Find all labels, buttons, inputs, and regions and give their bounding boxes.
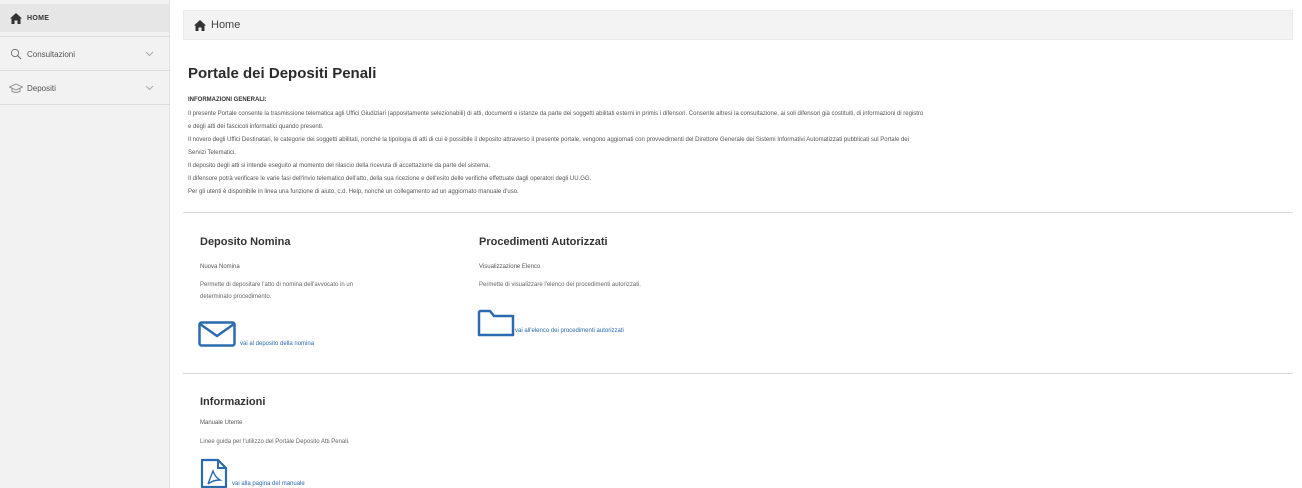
divider (0, 36, 170, 37)
divider (183, 373, 1293, 374)
sidebar-item-label: Depositi (27, 83, 56, 93)
info-paragraph: Il novero degli Uffici Destinatari, le c… (188, 137, 909, 143)
sidebar-item-consultazioni[interactable]: Consultazioni (0, 40, 170, 68)
home-icon (9, 11, 23, 25)
breadcrumb: Home (183, 10, 1293, 40)
card-subtitle: Visualizzazione Elenco (479, 264, 541, 270)
folder-icon[interactable] (477, 308, 515, 343)
page-title: Portale dei Depositi Penali (188, 65, 377, 82)
card-description: Permette di depositare l'atto di nomina … (200, 279, 353, 303)
info-paragraph: Il deposito degli atti si intende esegui… (188, 163, 491, 169)
divider (183, 212, 1293, 213)
info-paragraph: Per gli utenti è disponibile in linea un… (188, 189, 519, 195)
sidebar-item-depositi[interactable]: Depositi (0, 74, 170, 102)
card-subtitle: Manuale Utente (200, 420, 243, 426)
card-title-deposito-nomina: Deposito Nomina (200, 236, 291, 248)
chevron-down-icon (144, 83, 154, 93)
card-description-line: Permette di depositare l'atto di nomina … (200, 282, 354, 288)
envelope-icon[interactable] (198, 321, 236, 352)
info-paragraph: Il presente Portale consente la trasmiss… (188, 111, 924, 117)
manuale-utente-link[interactable]: vai alla pagina del manuale (232, 481, 305, 487)
home-icon (194, 19, 206, 31)
card-subtitle: Nuova Nomina (200, 264, 240, 270)
sidebar-item-label: HOME (27, 14, 50, 22)
divider (0, 104, 170, 105)
chevron-down-icon (144, 49, 154, 59)
info-paragraph: Il difensore potrà verificare le varie f… (188, 176, 592, 182)
deposito-nomina-link[interactable]: vai al deposito della nomina (240, 341, 314, 347)
procedimenti-autorizzati-link[interactable]: vai all'elenco dei procedimenti autorizz… (515, 328, 624, 334)
sidebar-item-home[interactable]: HOME (0, 4, 170, 32)
sidebar-item-label: Consultazioni (27, 49, 76, 59)
pdf-file-icon[interactable] (200, 458, 228, 488)
info-heading: INFORMAZIONI GENERALI: (188, 97, 267, 103)
divider (0, 70, 170, 71)
info-paragraph: e degli atti dei fascicoli informatici q… (188, 124, 324, 130)
sidebar: HOME Consultazioni Depositi (0, 0, 170, 488)
breadcrumb-home-link[interactable]: Home (211, 19, 240, 31)
card-description: Permette di visualizzare l'elenco dei pr… (479, 282, 641, 288)
card-description: Linee guida per l'utilizzo del Portale D… (200, 439, 350, 445)
card-title-procedimenti-autorizzati: Procedimenti Autorizzati (479, 236, 608, 248)
graduation-cap-icon (9, 81, 23, 95)
search-icon (9, 47, 23, 61)
info-paragraph: Servizi Telematici. (188, 150, 236, 156)
card-title-informazioni: Informazioni (200, 396, 266, 408)
card-description-line: determinato procedimento. (200, 294, 272, 300)
